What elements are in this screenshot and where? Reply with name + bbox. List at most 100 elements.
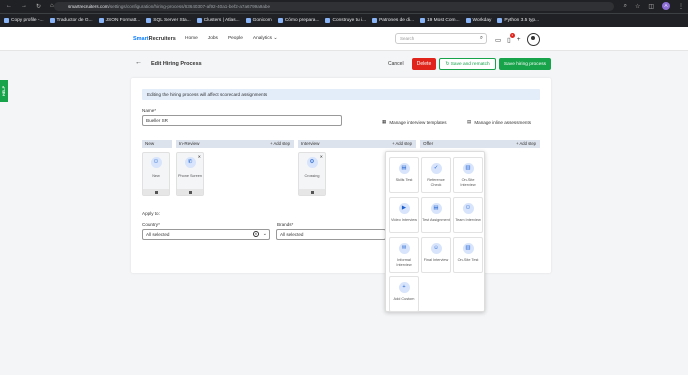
step-option-skills-test[interactable]: ▤ Skills Test: [389, 157, 419, 193]
cancel-button[interactable]: Cancel: [388, 61, 404, 67]
main-nav: Home Jobs People Analytics ⌄: [185, 36, 277, 41]
page-title: Edit Hiring Process: [151, 61, 202, 67]
step-label: Crossing: [304, 174, 320, 178]
plus-icon[interactable]: +: [517, 36, 521, 43]
favicon-icon: [196, 18, 202, 23]
bookmark-item[interactable]: SQL Server Sta...: [146, 18, 191, 23]
nav-jobs[interactable]: Jobs: [208, 36, 218, 41]
step-option-team-interview[interactable]: ⚇ Team Interview: [453, 197, 483, 233]
reload-icon[interactable]: ↻: [36, 3, 41, 10]
favicon-icon: [49, 18, 55, 23]
bookmark-item[interactable]: Clusters | Atlas...: [196, 18, 240, 23]
close-icon[interactable]: ✕: [320, 154, 323, 159]
stage-new: New ⚇ New: [142, 140, 172, 200]
favicon-icon: [497, 18, 503, 23]
drag-handle[interactable]: [143, 189, 169, 195]
delete-button[interactable]: Delete: [412, 58, 436, 70]
chevron-down-icon: ⌄: [262, 231, 267, 237]
nav-home[interactable]: Home: [185, 36, 198, 41]
browser-actions: ⌕ ☆ ◫ A ⋮: [624, 2, 684, 10]
bookmark-item[interactable]: Gonicom: [245, 18, 272, 23]
lock-icon: [188, 190, 192, 194]
bookmark-item[interactable]: Copy profile -...: [4, 18, 44, 23]
hiring-process-card: Editing the hiring process will affect s…: [131, 78, 551, 273]
person-icon: ☺: [430, 243, 442, 254]
group-icon: ⚇: [462, 203, 474, 214]
bookmark-item[interactable]: JSON Formatt...: [98, 18, 140, 23]
save-and-rematch-button[interactable]: ↻ Save and rematch: [439, 58, 496, 70]
phone-icon: ✆: [184, 157, 196, 168]
bookmark-item[interactable]: Traductor de G...: [49, 18, 93, 23]
gear-icon: ⚙: [306, 157, 318, 168]
add-step-button[interactable]: + Add step: [270, 140, 290, 148]
step-option-test-assignment[interactable]: ▤ Test Assignment: [421, 197, 451, 233]
nav-people[interactable]: People: [228, 36, 243, 41]
lock-icon: [154, 190, 158, 194]
bookmark-star-icon[interactable]: ☆: [635, 3, 640, 10]
back-arrow-icon[interactable]: ←: [6, 3, 12, 10]
bookmark-item[interactable]: 19 Most Com...: [420, 18, 460, 23]
favicon-icon: [4, 18, 9, 23]
search-input[interactable]: Search ⌕: [395, 33, 487, 44]
address-bar[interactable]: smartrecruiters.com/settings/configurati…: [54, 2, 614, 11]
step-tile[interactable]: ✕ ⚙ Crossing: [298, 152, 326, 196]
building-icon: ▥: [462, 243, 474, 254]
profile-avatar[interactable]: A: [662, 2, 670, 10]
plus-icon: +: [398, 282, 410, 293]
favicon-icon: [465, 18, 471, 23]
bookmark-item[interactable]: Python 3.5 typ...: [497, 18, 539, 23]
step-tile[interactable]: ⚇ New: [142, 152, 170, 196]
step-tile[interactable]: ✕ ✆ Phone Screen: [176, 152, 204, 196]
zoom-icon[interactable]: ⌕: [624, 3, 627, 10]
header-icons: ▭ ▯ 1 +: [495, 32, 540, 46]
apply-to-label: Apply to:: [142, 211, 160, 216]
drag-handle[interactable]: [299, 189, 325, 195]
clipboard-icon: ▤: [398, 163, 410, 174]
menu-kebab-icon[interactable]: ⋮: [678, 3, 684, 10]
save-hiring-process-button[interactable]: Save hiring process: [499, 58, 551, 70]
step-option-reference-check[interactable]: ✓ Reference Check: [421, 157, 451, 193]
chat-icon: ✉: [398, 243, 410, 254]
brands-select[interactable]: All selected: [276, 229, 386, 240]
manage-inline-assessments-link[interactable]: ▤ Manage inline assessments: [467, 119, 531, 125]
step-option-final-interview[interactable]: ☺ Final Interview: [421, 237, 451, 273]
step-option-on-site-interview[interactable]: ▥ On-Site Interview: [453, 157, 483, 193]
info-banner: Editing the hiring process will affect s…: [142, 89, 540, 100]
inbox-icon[interactable]: ▭: [495, 36, 501, 44]
name-field[interactable]: Bueller SR: [142, 115, 342, 126]
user-avatar[interactable]: [526, 33, 540, 46]
browser-toolbar: ← → ↻ ⌂ smartrecruiters.com/settings/con…: [0, 0, 688, 13]
close-icon[interactable]: ✕: [198, 154, 201, 159]
drag-handle[interactable]: [177, 189, 203, 195]
bookmarks-bar: Copy profile -... Traductor de G... JSON…: [0, 13, 688, 27]
step-option-on-site-test[interactable]: ▥ On-Site Test: [453, 237, 483, 273]
nav-analytics[interactable]: Analytics ⌄: [253, 36, 278, 41]
url-path: /settings/configuration/hiring-process/6…: [108, 4, 271, 9]
add-step-button[interactable]: + Add step: [516, 140, 536, 148]
add-step-menu: ▤ Skills Test ✓ Reference Check ▥ On-Sit…: [385, 151, 485, 312]
notification-bell-icon[interactable]: ▯ 1: [507, 32, 515, 44]
bookmark-item[interactable]: Patrones de di...: [372, 18, 414, 23]
country-select[interactable]: All selected ✕ ⌄: [142, 229, 270, 240]
step-option-video-interview[interactable]: ▶ Video Interview: [389, 197, 419, 233]
step-label: New: [152, 174, 160, 178]
extensions-icon[interactable]: ◫: [648, 3, 654, 10]
favicon-icon: [245, 18, 251, 23]
favicon-icon: [372, 18, 378, 23]
step-option-add-custom[interactable]: + Add Custom: [389, 276, 419, 312]
bookmark-item[interactable]: Cómo prepara...: [277, 18, 319, 23]
clear-icon[interactable]: ✕: [253, 231, 259, 237]
bookmark-item[interactable]: Construye tu i...: [325, 18, 366, 23]
bookmark-item[interactable]: Workday: [465, 18, 491, 23]
country-label: Country*: [142, 222, 160, 227]
favicon-icon: [98, 18, 104, 23]
add-step-button[interactable]: + Add step: [392, 140, 412, 148]
back-arrow-icon[interactable]: ←: [135, 59, 142, 66]
favicon-icon: [420, 18, 426, 23]
help-tab[interactable]: HELP: [0, 80, 8, 102]
stage-header: Offer + Add step: [420, 140, 540, 148]
step-option-informal-interview[interactable]: ✉ Informal Interview: [389, 237, 419, 273]
forward-arrow-icon[interactable]: →: [21, 3, 27, 10]
manage-interview-templates-link[interactable]: ▦ Manage interview templates: [382, 119, 447, 125]
logo[interactable]: SmartRecruiters: [133, 36, 176, 42]
